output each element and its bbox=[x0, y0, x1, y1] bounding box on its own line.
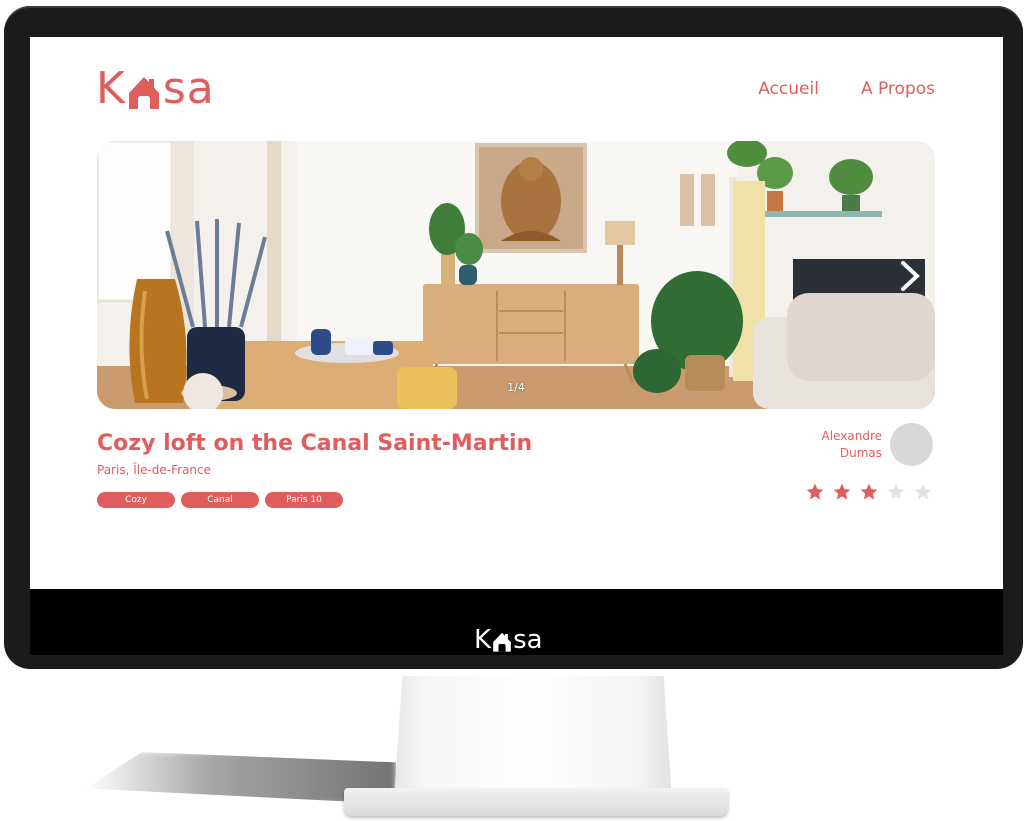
tag-canal: Canal bbox=[181, 492, 259, 508]
screen: K sa Accueil A Propos 1/4 Cozy loft on t… bbox=[30, 37, 1003, 655]
house-icon bbox=[127, 71, 161, 111]
footer-house-icon bbox=[492, 629, 512, 653]
logo-letters-right: sa bbox=[162, 63, 215, 114]
nav-link-accueil[interactable]: Accueil bbox=[758, 79, 819, 99]
nav-link-a-propos[interactable]: A Propos bbox=[861, 79, 935, 99]
host-first-name: Alexandre bbox=[821, 428, 882, 443]
star-empty-icon bbox=[887, 483, 905, 500]
site-footer: K sa bbox=[30, 589, 1003, 655]
star-filled-icon bbox=[806, 483, 824, 500]
rating-stars bbox=[805, 482, 933, 502]
star-filled-icon bbox=[860, 483, 878, 500]
main-nav: Accueil A Propos bbox=[758, 79, 935, 99]
carousel-photo bbox=[97, 141, 935, 409]
monitor-stand-base bbox=[344, 788, 728, 816]
carousel-next-button[interactable] bbox=[893, 259, 927, 293]
listing-location: Paris, Île-de-France bbox=[97, 463, 212, 477]
host-info: Alexandre Dumas bbox=[822, 423, 933, 466]
star-filled-icon bbox=[833, 483, 851, 500]
image-carousel: 1/4 bbox=[97, 141, 935, 409]
chevron-left-icon bbox=[112, 261, 131, 291]
tag-list: Cozy Canal Paris 10 bbox=[97, 492, 343, 508]
kasa-logo[interactable]: K sa bbox=[96, 63, 215, 111]
host-name: Alexandre Dumas bbox=[822, 428, 882, 462]
listing-title: Cozy loft on the Canal Saint-Martin bbox=[97, 431, 533, 456]
logo-letter-left: K bbox=[96, 63, 126, 114]
carousel-prev-button[interactable] bbox=[105, 259, 139, 293]
footer-logo: K sa bbox=[474, 627, 543, 653]
host-last-name: Dumas bbox=[839, 445, 882, 460]
footer-logo-letters-right: sa bbox=[513, 625, 543, 655]
star-empty-icon bbox=[914, 483, 932, 500]
chevron-right-icon bbox=[901, 261, 920, 291]
host-avatar bbox=[890, 423, 933, 466]
tag-paris-10: Paris 10 bbox=[265, 492, 343, 508]
carousel-counter: 1/4 bbox=[507, 381, 525, 394]
monitor-frame: K sa Accueil A Propos 1/4 Cozy loft on t… bbox=[4, 6, 1023, 669]
footer-logo-letter-left: K bbox=[474, 625, 492, 655]
tag-cozy: Cozy bbox=[97, 492, 175, 508]
monitor-stand bbox=[394, 676, 672, 800]
